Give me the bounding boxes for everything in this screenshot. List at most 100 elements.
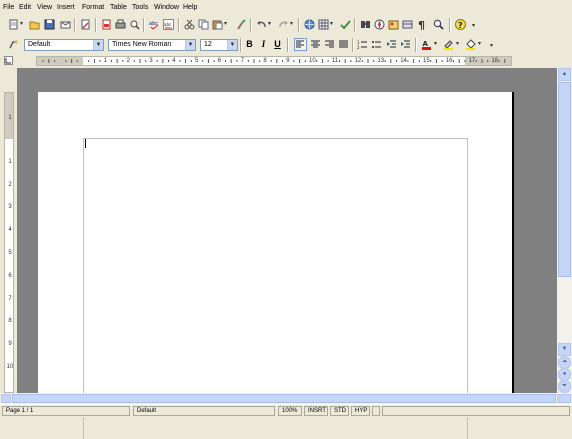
font-name-select[interactable]: Times New Roman ▼ (108, 39, 196, 51)
paste-icon[interactable] (212, 19, 223, 30)
background-color-icon[interactable] (465, 39, 476, 50)
next-page-icon[interactable]: ⏷ (558, 380, 571, 393)
find-replace-icon[interactable] (360, 19, 371, 30)
copy-icon[interactable] (198, 19, 209, 30)
page-style-indicator[interactable]: Default (133, 406, 275, 416)
paragraph-style-select[interactable]: Default ▼ (24, 39, 104, 51)
styles-formatting-icon[interactable] (8, 39, 19, 50)
selection-mode-indicator[interactable]: STD (330, 406, 349, 416)
scroll-down-icon[interactable]: ▼ (558, 343, 571, 356)
formatting-toolbar: Default ▼ Times New Roman ▼ 12 ▼ B I U 1… (0, 35, 572, 54)
bullets-icon[interactable] (371, 39, 382, 50)
page-preview-icon[interactable] (129, 19, 140, 30)
clone-formatting-icon[interactable] (236, 19, 247, 30)
horizontal-scrollbar-thumb[interactable] (12, 394, 556, 403)
document-modified-indicator (372, 406, 380, 416)
highlighting-icon[interactable] (443, 39, 454, 50)
toolbar-options-icon[interactable]: ▾ (472, 21, 477, 32)
formatting-marks-icon[interactable]: ¶ (417, 19, 428, 30)
zoom-icon[interactable] (433, 19, 444, 30)
ruler-number: 10 (6, 364, 14, 370)
font-color-icon[interactable]: A (421, 39, 432, 50)
justify-button[interactable] (338, 39, 349, 50)
zoom-indicator[interactable]: 100% (278, 406, 302, 416)
show-draw-functions-icon[interactable] (340, 19, 351, 30)
underline-button[interactable]: U (272, 39, 283, 50)
spellcheck-icon[interactable]: abc (149, 19, 160, 30)
decrease-indent-icon[interactable] (386, 39, 397, 50)
scroll-up-icon[interactable]: ▲ (558, 68, 571, 81)
table-icon[interactable] (318, 19, 329, 30)
ruler-number: 1 (8, 158, 12, 165)
horizontal-ruler[interactable]: 1 2 3 4 5 6 7 8 9 10 11 12 13 14 15 16 17 18 (36, 56, 512, 66)
export-pdf-icon[interactable] (101, 19, 112, 30)
chevron-down-icon[interactable]: ▼ (93, 40, 103, 50)
toolbar-options-icon[interactable]: ▾ (490, 41, 495, 52)
ruler-number: 9 (286, 58, 290, 64)
paste-dropdown-icon[interactable]: ▾ (224, 19, 229, 30)
highlighting-dropdown-icon[interactable]: ▾ (456, 39, 461, 50)
italic-button[interactable]: I (258, 39, 269, 50)
undo-dropdown-icon[interactable]: ▾ (268, 19, 273, 30)
cut-icon[interactable] (184, 19, 195, 30)
data-sources-icon[interactable] (402, 19, 413, 30)
email-icon[interactable] (60, 19, 71, 30)
new-document-icon[interactable] (8, 19, 19, 30)
redo-icon[interactable] (278, 19, 289, 30)
document-page[interactable] (38, 92, 514, 439)
tab-stop-type-button[interactable] (4, 56, 13, 65)
ruler-number: 18 (491, 58, 499, 64)
scroll-right-icon[interactable] (557, 394, 571, 403)
chevron-down-icon[interactable]: ▼ (185, 40, 195, 50)
table-dropdown-icon[interactable]: ▾ (330, 19, 335, 30)
redo-dropdown-icon[interactable]: ▾ (290, 19, 295, 30)
align-right-button[interactable] (324, 39, 335, 50)
save-icon[interactable] (44, 19, 55, 30)
signature-indicator (382, 406, 570, 416)
vertical-scrollbar[interactable]: ▲ ▼ ⏶ ● ⏷ (557, 68, 572, 393)
hyperlink-icon[interactable] (304, 19, 315, 30)
menu-edit[interactable]: Edit (19, 3, 31, 12)
menu-help[interactable]: Help (183, 3, 197, 12)
chevron-down-icon[interactable]: ▼ (227, 40, 237, 50)
menu-window[interactable]: Window (154, 3, 179, 12)
numbering-icon[interactable]: 12 (357, 39, 368, 50)
navigator-icon[interactable] (374, 19, 385, 30)
edit-file-icon[interactable] (80, 19, 91, 30)
ruler-number: 3 (8, 204, 12, 211)
undo-icon[interactable] (256, 19, 267, 30)
menu-view[interactable]: View (37, 3, 52, 12)
horizontal-scrollbar[interactable] (0, 393, 572, 404)
align-center-button[interactable] (310, 39, 321, 50)
font-size-select[interactable]: 12 ▼ (200, 39, 238, 51)
page-indicator[interactable]: Page 1 / 1 (2, 406, 130, 416)
scroll-left-icon[interactable] (1, 394, 11, 403)
hyperlink-mode-indicator[interactable]: HYP (351, 406, 370, 416)
ruler-number: 1 (103, 58, 108, 64)
menu-insert[interactable]: Insert (57, 3, 75, 12)
font-color-dropdown-icon[interactable]: ▾ (434, 39, 439, 50)
ruler-number: 1 (8, 115, 12, 121)
new-dropdown-icon[interactable]: ▾ (20, 19, 25, 30)
print-icon[interactable] (115, 19, 126, 30)
scrollbar-thumb[interactable] (558, 82, 571, 277)
menu-tools[interactable]: Tools (132, 3, 148, 12)
help-icon[interactable]: ? (455, 19, 466, 30)
gallery-icon[interactable] (388, 19, 399, 30)
ruler-number: 4 (8, 227, 12, 234)
text-cursor (85, 139, 86, 148)
vertical-ruler[interactable]: 1 1 2 3 4 5 6 7 8 9 10 (4, 92, 14, 393)
insert-mode-indicator[interactable]: INSRT (304, 406, 328, 416)
menu-table[interactable]: Table (110, 3, 127, 12)
background-color-dropdown-icon[interactable]: ▾ (478, 39, 483, 50)
open-folder-icon[interactable] (29, 19, 40, 30)
autospellcheck-icon[interactable]: abc (163, 19, 174, 30)
bold-button[interactable]: B (244, 39, 255, 50)
increase-indent-icon[interactable] (400, 39, 411, 50)
document-area[interactable] (17, 68, 557, 439)
ruler-number: 6 (217, 58, 222, 64)
menu-file[interactable]: File (3, 3, 14, 12)
align-left-button[interactable] (294, 38, 307, 51)
svg-text:?: ? (458, 21, 463, 30)
menu-format[interactable]: Format (82, 3, 104, 12)
